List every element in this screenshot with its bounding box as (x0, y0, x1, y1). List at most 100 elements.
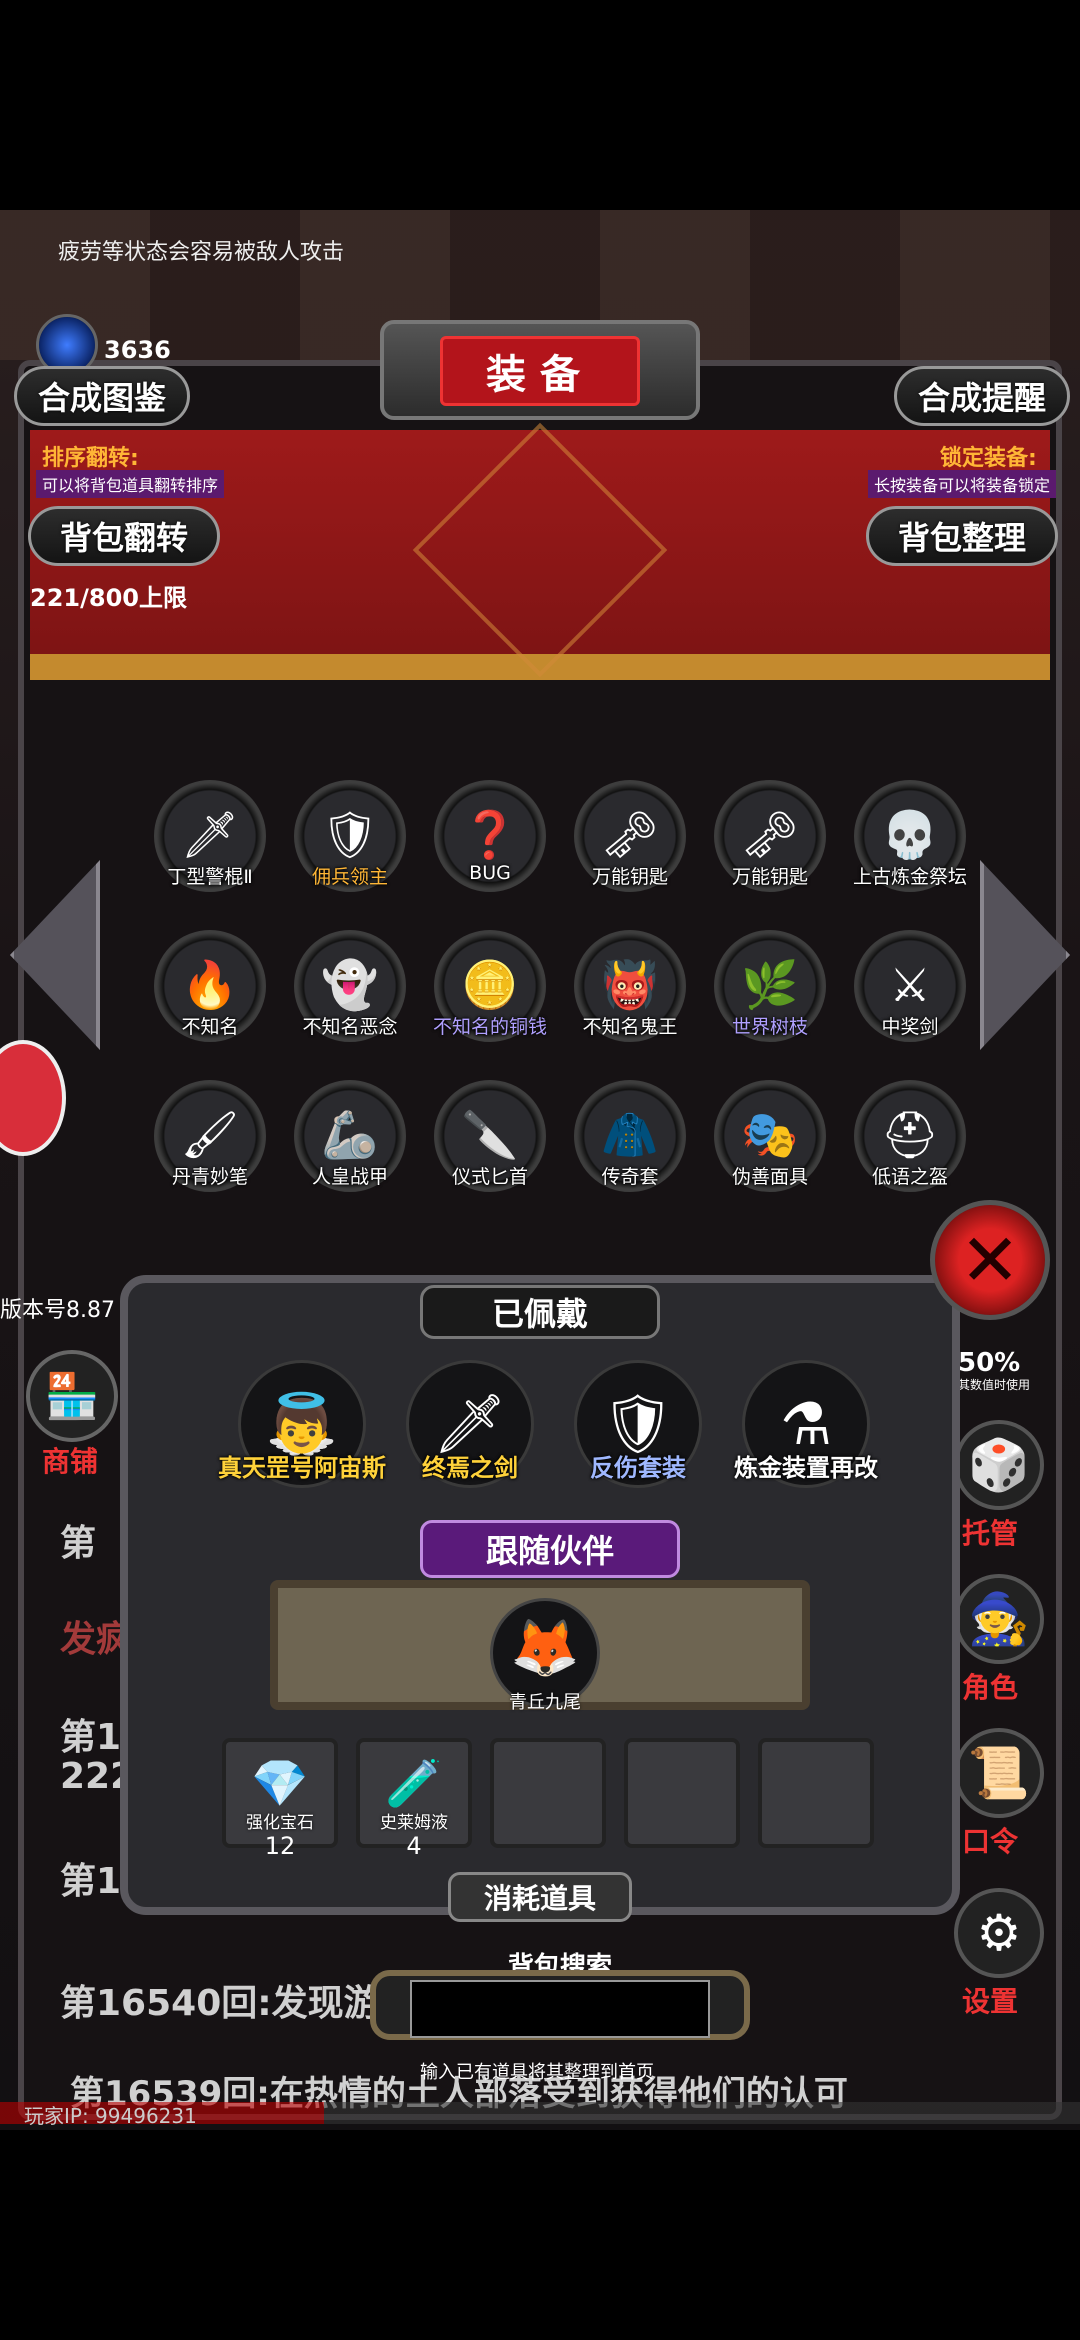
item-label: 不知名恶念 (302, 1016, 398, 1038)
equipped-item[interactable]: 👼 真天罡号阿宙斯 (218, 1360, 386, 1510)
page-title: 装备 (440, 336, 640, 406)
inventory-item[interactable]: 🦾 人皇战甲 (280, 1080, 420, 1200)
consumable-count: 12 (264, 1832, 296, 1860)
item-icon: 🗝 (740, 807, 800, 862)
gem-icon: 💎 (251, 1756, 309, 1810)
log-line: 第16540回:发现游 (60, 1983, 380, 2024)
item-icon: 🦾 (321, 1107, 379, 1162)
version-label: 版本号8.87 (0, 1298, 115, 1323)
nine-tail-fox-icon: 🦊 (510, 1615, 580, 1681)
item-icon: 🪙 (461, 957, 519, 1012)
consumable-slot[interactable]: 💎 强化宝石 12 (222, 1738, 338, 1860)
item-label: 佣兵领主 (311, 866, 388, 888)
item-label: 不知名鬼王 (582, 1016, 678, 1038)
synth-remind-button[interactable]: 合成提醒 (894, 366, 1070, 426)
inventory-item[interactable]: 🧥 传奇套 (560, 1080, 700, 1200)
settings-button[interactable]: ⚙ (954, 1888, 1044, 1978)
item-icon: 🗝 (600, 807, 660, 862)
manage-button[interactable]: 🎲 (954, 1420, 1044, 1510)
close-button[interactable]: ✕ (930, 1200, 1050, 1320)
equipped-icon: 🛡 (601, 1389, 675, 1458)
inventory-item[interactable]: 🛡 佣兵领主 (280, 780, 420, 900)
item-icon: ⛑ (880, 1107, 940, 1162)
player-ip: 玩家IP: 99496231 (24, 2104, 197, 2128)
item-icon: 🛡 (320, 807, 380, 862)
equipped-item[interactable]: ⚗ 炼金装置再改 (726, 1360, 886, 1510)
bag-flip-button[interactable]: 背包翻转 (28, 506, 220, 566)
item-label: 不知名 (181, 1016, 239, 1038)
item-label: 中奖剑 (881, 1016, 939, 1038)
item-label: 上古炼金祭坛 (852, 866, 967, 888)
inventory-item[interactable]: 🗝 万能钥匙 (700, 780, 840, 900)
lock-equip-title: 锁定装备: (940, 446, 1037, 471)
crystal-count: 3636 (104, 336, 171, 364)
lock-equip-desc: 长按装备可以将装备锁定 (868, 470, 1057, 498)
companion-label: 青丘九尾 (509, 1692, 581, 1713)
item-label: 万能钥匙 (731, 866, 808, 888)
inventory-item[interactable]: 🖌 丹青妙笔 (140, 1080, 280, 1200)
inventory-item[interactable]: 🗡 丁型警棍Ⅱ (140, 780, 280, 900)
log-line: 第 (60, 1523, 97, 1564)
inventory-item[interactable]: ⛑ 低语之盔 (840, 1080, 980, 1200)
consumable-slot[interactable]: 🧪 史莱姆液 4 (356, 1738, 472, 1860)
bag-sort-button[interactable]: 背包整理 (866, 506, 1058, 566)
equipped-label: 炼金装置再改 (734, 1454, 878, 1482)
inventory-item[interactable]: ⚔ 中奖剑 (840, 930, 980, 1050)
consumable-slot-empty[interactable] (490, 1738, 606, 1848)
item-icon: ❓ (461, 807, 519, 862)
inventory-item[interactable]: 👹 不知名鬼王 (560, 930, 700, 1050)
sort-flip-title: 排序翻转: (42, 446, 139, 471)
item-icon: 🎭 (741, 1107, 799, 1162)
potion-icon: 🧪 (385, 1756, 443, 1810)
hooded-figure-icon: 🧙 (967, 1589, 1031, 1648)
item-icon: 🔥 (181, 957, 239, 1012)
item-label: 传奇套 (601, 1166, 659, 1188)
search-hint: 输入已有道具将其整理到首页 (420, 2062, 654, 2083)
auto-percent-note: 其数值时使用 (958, 1378, 1031, 1392)
item-label: BUG (469, 862, 511, 884)
dice-icon: 🎲 (967, 1435, 1031, 1494)
sort-flip-desc: 可以将背包道具翻转排序 (36, 470, 225, 498)
item-icon: 🖌 (180, 1107, 240, 1162)
equipped-icon: ⚗ (780, 1390, 832, 1458)
shop-button[interactable]: 🏪 (26, 1350, 118, 1442)
item-label: 低语之盔 (871, 1166, 948, 1188)
inventory-item[interactable]: ❓ BUG (420, 780, 560, 900)
inventory-item[interactable]: 🌿 世界树枝 (700, 930, 840, 1050)
inventory-item[interactable]: 🪙 不知名的铜钱 (420, 930, 560, 1050)
item-label: 万能钥匙 (591, 866, 668, 888)
consumable-slot-empty[interactable] (624, 1738, 740, 1848)
equipped-item[interactable]: 🛡 反伤套装 (558, 1360, 718, 1510)
item-icon: 🔪 (461, 1107, 519, 1162)
crossed-swords-emblem (412, 422, 668, 678)
log-line: 第1 (60, 1861, 122, 1902)
inventory-item[interactable]: 🎭 伪善面具 (700, 1080, 840, 1200)
synth-guide-button[interactable]: 合成图鉴 (14, 366, 190, 426)
inventory-item[interactable]: 🗝 万能钥匙 (560, 780, 700, 900)
shop-label: 商铺 (42, 1445, 99, 1478)
inventory-item[interactable]: 💀 上古炼金祭坛 (840, 780, 980, 900)
auto-percent: 50% (958, 1348, 1021, 1378)
close-icon: ✕ (959, 1218, 1021, 1302)
hint-text: 疲劳等状态会容易被敌人攻击 (58, 240, 345, 265)
inventory-item[interactable]: 🔥 不知名 (140, 930, 280, 1050)
item-label: 伪善面具 (731, 1166, 808, 1188)
search-input[interactable] (410, 1980, 710, 2038)
item-label: 丁型警棍Ⅱ (167, 866, 253, 888)
item-icon: 👹 (601, 957, 659, 1012)
inventory-item[interactable]: 👻 不知名恶念 (280, 930, 420, 1050)
item-label: 人皇战甲 (311, 1166, 388, 1188)
inventory-item[interactable]: 🔪 仪式匕首 (420, 1080, 560, 1200)
role-button[interactable]: 🧙 (954, 1574, 1044, 1664)
equipped-item[interactable]: 🗡 终焉之剑 (390, 1360, 550, 1510)
item-label: 丹青妙笔 (171, 1166, 248, 1188)
consumable-count: 4 (406, 1832, 422, 1860)
consumable-slot-empty[interactable] (758, 1738, 874, 1848)
item-icon: ⚔ (889, 957, 931, 1012)
consumable-label: 强化宝石 (246, 1813, 314, 1833)
settings-label: 设置 (962, 1985, 1019, 2018)
equipped-icon: 👼 (265, 1389, 339, 1458)
item-label: 不知名的铜钱 (432, 1016, 547, 1038)
scroll-icon: 📜 (967, 1743, 1031, 1802)
command-button[interactable]: 📜 (954, 1728, 1044, 1818)
